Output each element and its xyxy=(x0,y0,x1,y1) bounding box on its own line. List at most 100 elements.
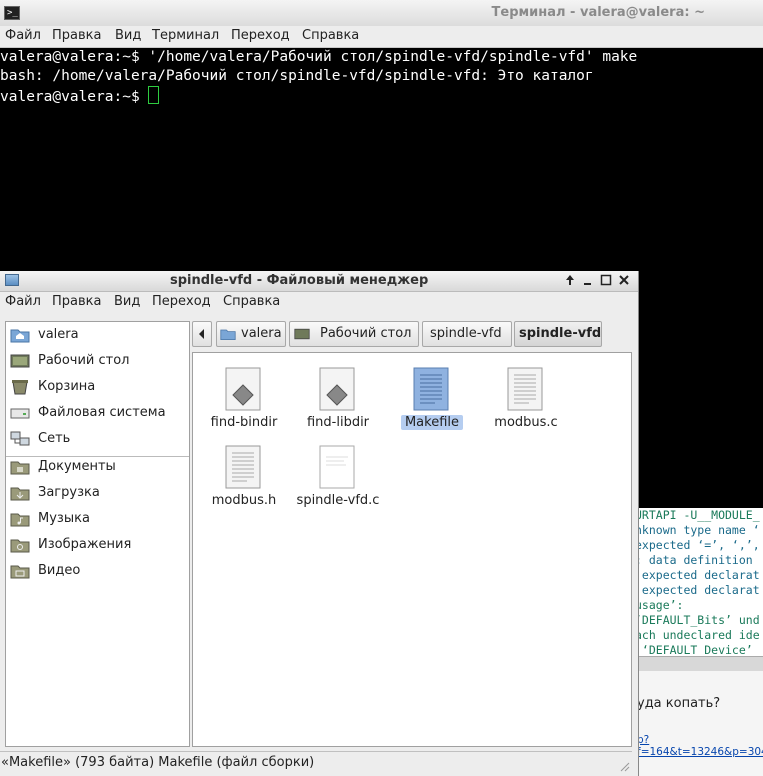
file-item[interactable]: find-bindir xyxy=(197,367,291,447)
file-item[interactable]: find-libdir xyxy=(291,367,385,447)
file-manager-menubar: Файл Правка Вид Переход Справка xyxy=(0,292,638,313)
path-button-home[interactable]: valera xyxy=(216,321,286,347)
status-bar: «Makefile» (793 байта) Makefile (файл сб… xyxy=(0,751,632,774)
pictures-folder-icon xyxy=(10,539,30,553)
fm-menu-go[interactable]: Переход xyxy=(152,294,211,309)
script-icon xyxy=(319,367,355,411)
file-name: find-bindir xyxy=(210,415,278,430)
text-file-icon xyxy=(413,367,449,411)
terminal-line: valera@valera:~$ '/home/valera/Рабочий с… xyxy=(0,49,638,65)
sidebar-item-label: Видео xyxy=(38,563,81,578)
sidebar-item-label: Документы xyxy=(38,459,116,474)
code-line: ‘DEFAULT_Bits’ und xyxy=(635,613,760,627)
file-manager-titlebar[interactable]: spindle-vfd - Файловый менеджер xyxy=(0,271,638,292)
sidebar-item-network[interactable]: Сеть xyxy=(6,428,189,452)
file-name: modbus.h xyxy=(211,493,277,508)
text-file-icon xyxy=(319,445,355,489)
terminal-prompt-line: valera@valera:~$ xyxy=(0,86,763,105)
background-link[interactable]: p?f=164&t=13246&p=3040 xyxy=(637,734,763,758)
file-item[interactable]: modbus.c xyxy=(479,367,573,447)
path-button-current[interactable]: spindle-vfd xyxy=(514,321,602,347)
code-line: URTAPI -U__MODULE_ xyxy=(635,508,760,522)
sidebar-item-music[interactable]: Музыка xyxy=(6,508,189,532)
resize-grip-icon[interactable] xyxy=(618,760,630,772)
path-button-parent[interactable]: spindle-vfd xyxy=(422,321,512,347)
file-item-selected[interactable]: Makefile xyxy=(385,367,479,447)
menu-go[interactable]: Переход xyxy=(231,28,290,43)
sidebar-item-videos[interactable]: Видео xyxy=(6,560,189,584)
code-line: expected declarat xyxy=(635,568,760,582)
path-label: Рабочий стол xyxy=(320,326,412,341)
file-name: spindle-vfd.c xyxy=(296,493,380,508)
drive-icon xyxy=(10,408,30,419)
documents-folder-icon xyxy=(10,461,30,475)
code-line: ach undeclared ide xyxy=(635,628,760,642)
path-label: spindle-vfd xyxy=(430,326,502,341)
file-item[interactable]: modbus.h xyxy=(197,445,291,525)
sidebar-item-label: Загрузка xyxy=(38,485,100,500)
minimize-icon xyxy=(584,283,591,285)
sidebar-item-desktop[interactable]: Рабочий стол xyxy=(6,350,189,374)
file-item[interactable]: spindle-vfd.c xyxy=(291,445,385,525)
music-folder-icon xyxy=(10,513,30,527)
code-line: ‘DEFAULT_Device’ xyxy=(635,643,760,656)
sidebar-item-documents[interactable]: Документы xyxy=(6,456,189,480)
file-manager-title: spindle-vfd - Файловый менеджер xyxy=(170,273,429,288)
code-line: nknown type name ‘ xyxy=(635,523,760,537)
background-scrollbar[interactable] xyxy=(635,656,763,672)
sidebar-item-label: Корзина xyxy=(38,379,96,394)
code-line: expected declarat xyxy=(635,583,760,597)
code-line: expected ‘=’, ‘,’, xyxy=(635,538,760,552)
script-icon xyxy=(225,367,261,411)
sidebar-item-label: Сеть xyxy=(38,431,71,446)
keep-above-button[interactable] xyxy=(562,272,578,288)
home-folder-icon xyxy=(10,329,30,343)
code-line: usage’: xyxy=(635,598,684,612)
close-icon xyxy=(619,275,629,285)
code-line: : data definition xyxy=(635,553,760,567)
fm-menu-view[interactable]: Вид xyxy=(114,294,140,309)
home-folder-icon xyxy=(220,329,236,340)
menu-terminal[interactable]: Терминал xyxy=(152,28,219,43)
sidebar-item-pictures[interactable]: Изображения xyxy=(6,534,189,558)
menu-edit[interactable]: Правка xyxy=(52,28,101,43)
path-scroll-left-button[interactable] xyxy=(192,321,212,347)
places-sidebar: valera Рабочий стол Корзина Файловая сис… xyxy=(5,321,190,747)
sidebar-item-label: valera xyxy=(38,327,79,342)
maximize-button[interactable] xyxy=(598,272,614,288)
path-bar: valera Рабочий стол spindle-vfd spindle-… xyxy=(192,321,632,347)
close-button[interactable] xyxy=(616,272,632,288)
minimize-button[interactable] xyxy=(580,272,596,288)
sidebar-item-home[interactable]: valera xyxy=(6,324,189,348)
desktop-icon xyxy=(10,354,30,368)
fm-menu-help[interactable]: Справка xyxy=(223,294,280,309)
downloads-folder-icon xyxy=(10,487,30,501)
sidebar-item-label: Изображения xyxy=(38,537,132,552)
desktop-icon xyxy=(294,328,310,340)
path-label: valera xyxy=(241,326,282,341)
sidebar-item-label: Рабочий стол xyxy=(38,353,130,368)
sidebar-item-filesystem[interactable]: Файловая система xyxy=(6,402,189,426)
trash-icon xyxy=(12,380,28,395)
menu-help[interactable]: Справка xyxy=(302,28,359,43)
sidebar-item-trash[interactable]: Корзина xyxy=(6,376,189,400)
terminal-title: Терминал - valera@valera: ~ xyxy=(491,5,705,20)
file-icon-view[interactable]: find-bindir find-libdir Makefile modbus.… xyxy=(192,352,632,747)
sidebar-item-label: Музыка xyxy=(38,511,90,526)
videos-folder-icon xyxy=(10,565,30,579)
file-name: modbus.c xyxy=(494,415,558,430)
path-button-desktop[interactable]: Рабочий стол xyxy=(289,321,419,347)
fm-menu-file[interactable]: Файл xyxy=(5,294,41,309)
background-code-snippet: URTAPI -U__MODULE_ nknown type name ‘ ex… xyxy=(635,508,763,656)
file-manager-window: spindle-vfd - Файловый менеджер Файл Пра… xyxy=(0,271,639,776)
sidebar-item-label: Файловая система xyxy=(38,405,166,420)
menu-file[interactable]: Файл xyxy=(5,28,41,43)
text-file-icon xyxy=(507,367,543,411)
sidebar-item-downloads[interactable]: Загрузка xyxy=(6,482,189,506)
menu-view[interactable]: Вид xyxy=(115,28,141,43)
terminal-titlebar[interactable]: >_ Терминал - valera@valera: ~ xyxy=(0,0,763,26)
file-name: find-libdir xyxy=(306,415,370,430)
folder-app-icon xyxy=(5,274,19,286)
status-text: «Makefile» (793 байта) Makefile (файл сб… xyxy=(1,755,315,770)
fm-menu-edit[interactable]: Правка xyxy=(52,294,101,309)
